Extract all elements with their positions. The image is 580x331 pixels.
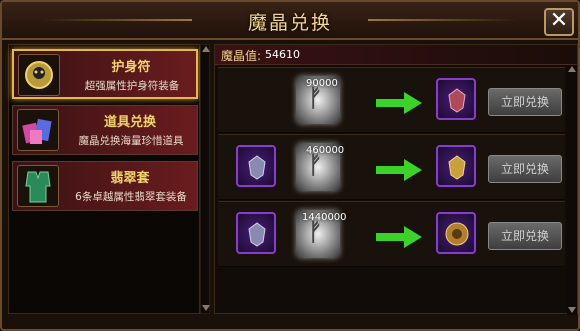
exchange-now-button[interactable]: 立即兑换 xyxy=(488,155,562,183)
title-ornament-right xyxy=(368,19,518,21)
crystal-balance-bar: 魔晶值: 54610 xyxy=(215,45,577,65)
scroll-up-icon xyxy=(568,66,576,72)
category-sidebar: 护身符 超强属性护身符装备 道具兑换 魔晶兑换海量珍惜道具 翡翠套 6条卓越属性… xyxy=(8,44,200,314)
sidebar-scrollbar[interactable] xyxy=(200,44,210,314)
input-item-slot[interactable] xyxy=(236,145,276,187)
amulet-input-icon xyxy=(248,222,266,247)
amulet-reward-icon xyxy=(445,222,469,246)
exchange-now-button[interactable]: 立即兑换 xyxy=(488,222,562,250)
panel-scrollbar[interactable] xyxy=(567,65,577,315)
crystal-cost: 1440000 xyxy=(302,212,347,223)
armor-icon xyxy=(17,165,59,207)
exchange-row: ᚠ 460000 立即兑换 xyxy=(218,134,565,200)
sidebar-item-title: 护身符 xyxy=(111,60,151,75)
crystal-label: 魔晶值: xyxy=(221,49,262,63)
amulet-reward-icon xyxy=(448,155,466,180)
title-bar: 魔晶兑换 ✕ xyxy=(2,2,578,40)
close-icon: ✕ xyxy=(549,8,569,33)
sidebar-item-title: 翡翠套 xyxy=(110,171,150,186)
sidebar-item-desc: 魔晶兑换海量珍惜道具 xyxy=(78,135,184,147)
reward-item-slot[interactable] xyxy=(436,212,476,254)
arrow-right-icon xyxy=(376,226,422,248)
arrow-right-icon xyxy=(376,92,422,114)
arrow-right-icon xyxy=(376,159,422,181)
sidebar-item-desc: 6条卓越属性翡翠套装备 xyxy=(75,191,187,203)
amulet-reward-icon xyxy=(448,88,466,113)
gems-icon xyxy=(17,109,59,151)
sidebar-item-items[interactable]: 道具兑换 魔晶兑换海量珍惜道具 xyxy=(12,105,198,155)
window-title: 魔晶兑换 xyxy=(247,12,332,34)
amulet-input-icon xyxy=(248,155,266,180)
exchange-now-button[interactable]: 立即兑换 xyxy=(488,88,562,116)
amulet-icon xyxy=(18,54,60,96)
exchange-window: 魔晶兑换 ✕ 护身符 超强属性护身符装备 道具兑换 魔晶兑换海量珍惜道具 翡翠套… xyxy=(0,0,580,331)
scroll-down-icon xyxy=(202,305,210,311)
sidebar-item-emerald-set[interactable]: 翡翠套 6条卓越属性翡翠套装备 xyxy=(12,161,198,211)
crystal-value: 54610 xyxy=(265,48,300,61)
reward-item-slot[interactable] xyxy=(436,145,476,187)
sidebar-item-title: 道具兑换 xyxy=(103,115,156,130)
sidebar-item-desc: 超强属性护身符装备 xyxy=(84,80,180,92)
close-button[interactable]: ✕ xyxy=(544,8,574,36)
exchange-panel: 魔晶值: 54610 ᚠ 90000 立即兑换 ᚠ 460000 立即兑换 ᚠ … xyxy=(214,44,578,315)
scroll-up-icon xyxy=(202,46,210,52)
exchange-row: ᚠ 90000 立即兑换 xyxy=(218,67,565,133)
crystal-cost: 460000 xyxy=(306,145,345,156)
input-item-slot[interactable] xyxy=(236,212,276,254)
scroll-down-icon xyxy=(568,307,576,313)
sidebar-item-amulet[interactable]: 护身符 超强属性护身符装备 xyxy=(12,49,198,99)
exchange-row: ᚠ 1440000 立即兑换 xyxy=(218,201,565,267)
reward-item-slot[interactable] xyxy=(436,78,476,120)
crystal-cost: 90000 xyxy=(306,78,338,89)
